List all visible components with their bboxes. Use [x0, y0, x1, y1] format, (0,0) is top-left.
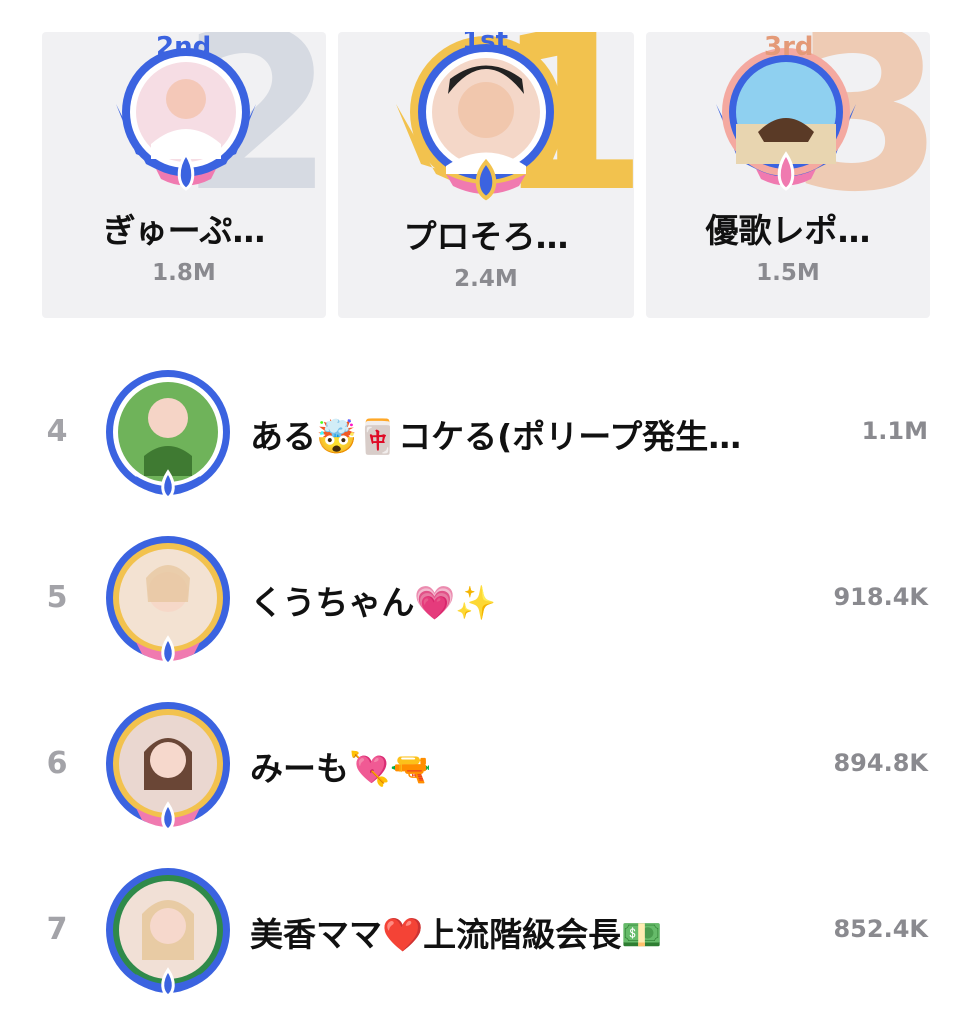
- list-item[interactable]: 5 くうちゃん💗✨ 918.4K: [0, 528, 970, 668]
- podium-score: 2.4M: [454, 266, 518, 292]
- username: くうちゃん💗✨: [250, 583, 497, 622]
- list-item[interactable]: 4 ある🤯🀄コケる(ポリープ発生… 1.1M: [0, 362, 970, 502]
- podium-score: 1.8M: [152, 260, 216, 286]
- rank-number: 7: [46, 912, 68, 947]
- username: みーも💘🔫: [250, 749, 432, 788]
- score: 852.4K: [833, 915, 928, 943]
- podium-name: ぎゅーぷ…: [102, 211, 266, 250]
- score: 918.4K: [833, 583, 928, 611]
- rank-ribbon: 1st: [462, 32, 508, 56]
- list-item[interactable]: 6 みーも💘🔫 894.8K: [0, 694, 970, 834]
- podium-card-1st[interactable]: 1 1st プロそろ… 2.4M: [338, 32, 634, 318]
- rank-ribbon: 2nd: [156, 32, 212, 62]
- rank-number: 4: [46, 414, 68, 449]
- username: 美香ママ❤️上流階級会長💵: [250, 915, 663, 954]
- podium-card-3rd[interactable]: 3 3rd 優歌レポ… 1.5M: [646, 32, 930, 318]
- list-item[interactable]: 7 美香ママ❤️上流階級会長💵 852.4K: [0, 860, 970, 1000]
- score: 1.1M: [861, 417, 928, 445]
- avatar-badge[interactable]: [96, 532, 240, 666]
- podium-score: 1.5M: [756, 260, 820, 286]
- avatar-badge[interactable]: [386, 32, 586, 204]
- rank-number: 6: [46, 746, 68, 781]
- rank-number: 5: [46, 580, 68, 615]
- podium-card-2nd[interactable]: 2 2nd ぎゅーぷ… 1.8M: [42, 32, 326, 318]
- avatar-badge[interactable]: [96, 698, 240, 832]
- avatar-badge[interactable]: [96, 864, 240, 998]
- podium-name: 優歌レポ…: [705, 211, 871, 250]
- avatar-badge[interactable]: [96, 366, 240, 500]
- score: 894.8K: [833, 749, 928, 777]
- rank-ribbon: 3rd: [764, 32, 814, 62]
- podium-name: プロそろ…: [403, 217, 569, 256]
- username: ある🤯🀄コケる(ポリープ発生…: [250, 417, 742, 456]
